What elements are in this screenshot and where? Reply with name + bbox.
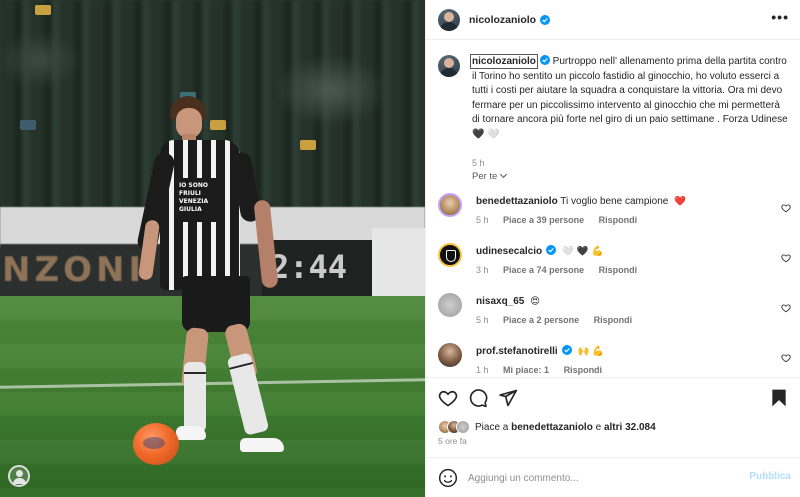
reply-button[interactable]: Rispondi xyxy=(599,215,638,225)
comment-item: udinesecalcio 🤍 🖤 💪 3 h Piace a 74 perso… xyxy=(438,243,793,283)
comment-item: benedettazaniolo Ti voglio bene campione… xyxy=(438,193,793,233)
comment-likes[interactable]: Piace a 2 persone xyxy=(503,315,579,325)
post-photo[interactable]: NZONI 2:44 IO SONO FRIULI VENEZIA GIULIA xyxy=(0,0,425,497)
comment-time[interactable]: 1 h xyxy=(476,365,489,375)
likes-summary: Piace a benedettazaniolo e altri 32.084 xyxy=(438,420,656,434)
heart-icon[interactable] xyxy=(438,388,458,408)
comment-time[interactable]: 5 h xyxy=(476,215,489,225)
player-right-arm xyxy=(253,199,279,289)
comment-body: nisaxq_65 😍 xyxy=(476,295,540,309)
sort-label: Per te xyxy=(472,171,498,182)
likes-middle: e xyxy=(592,421,604,433)
comment-time[interactable]: 3 h xyxy=(476,265,489,275)
comment-body: benedettazaniolo Ti voglio bene campione… xyxy=(476,195,686,209)
emoji-icon[interactable] xyxy=(438,468,458,488)
caption-body: Purtroppo nell’ allenamento prima della … xyxy=(472,56,788,140)
comment-emoji: 🙌 💪 xyxy=(577,346,605,357)
comment-time[interactable]: 5 h xyxy=(476,315,489,325)
comment-likes[interactable]: Piace a 39 persone xyxy=(503,215,584,225)
caption-username[interactable]: nicolozaniolo xyxy=(470,54,538,69)
comment-item: prof.stefanotirelli 🙌 💪 1 h Mi piace: 1 … xyxy=(438,343,793,377)
comment-meta: 1 h Mi piace: 1 Rispondi xyxy=(476,365,614,375)
heart-icon[interactable] xyxy=(781,253,791,263)
banner-text: NZONI xyxy=(2,250,146,290)
player-right-boot xyxy=(240,438,284,452)
comment-sort-dropdown[interactable]: Per te xyxy=(472,170,508,182)
player-right-sock xyxy=(226,352,270,436)
reply-button[interactable]: Rispondi xyxy=(564,365,603,375)
comment-username[interactable]: udinesecalcio xyxy=(476,246,542,257)
liker-avatar xyxy=(456,420,470,434)
comment-item: nisaxq_65 😍 5 h Piace a 2 persone Rispon… xyxy=(438,293,793,333)
comment-likes[interactable]: Piace a 74 persone xyxy=(503,265,584,275)
verified-badge-icon xyxy=(546,245,557,255)
likes-text[interactable]: Piace a benedettazaniolo e altri 32.084 xyxy=(475,422,656,433)
author-avatar[interactable] xyxy=(438,8,460,31)
heart-icon[interactable] xyxy=(781,303,791,313)
comment-emoji: 🤍 🖤 💪 xyxy=(561,246,604,257)
comments-scroll-area[interactable]: nicolozaniolo Purtroppo nell’ allenament… xyxy=(426,41,800,377)
post-panel: nicolozaniolo ••• nicolozaniolo Purtropp… xyxy=(425,0,800,497)
verified-badge-icon xyxy=(540,14,551,25)
chevron-down-icon xyxy=(500,170,508,179)
player-left-boot xyxy=(176,426,206,440)
bookmark-icon[interactable] xyxy=(769,388,789,408)
post-actions: Piace a benedettazaniolo e altri 32.084 … xyxy=(426,377,800,457)
likes-prefix: Piace a xyxy=(475,421,512,433)
comment-input[interactable] xyxy=(468,468,738,488)
player-left-sock xyxy=(184,362,206,432)
comment-username[interactable]: prof.stefanotirelli xyxy=(476,346,558,357)
verified-badge-icon xyxy=(539,55,550,65)
post-time-ago[interactable]: 5 ore fa xyxy=(438,436,467,446)
comment-icon[interactable] xyxy=(468,388,488,408)
reply-button[interactable]: Rispondi xyxy=(599,265,638,275)
comment-likes[interactable]: Mi piace: 1 xyxy=(503,365,549,375)
post-header: nicolozaniolo ••• xyxy=(426,0,800,40)
comment-emoji: ❤️ xyxy=(674,196,686,207)
heart-icon[interactable] xyxy=(781,203,791,213)
caption-timestamp[interactable]: 5 h xyxy=(472,158,485,168)
verified-badge-icon xyxy=(561,345,572,355)
caption-text: nicolozaniolo Purtroppo nell’ allenament… xyxy=(470,54,790,143)
comment-body: udinesecalcio 🤍 🖤 💪 xyxy=(476,245,603,259)
share-icon[interactable] xyxy=(498,388,518,408)
comment-meta: 5 h Piace a 39 persone Rispondi xyxy=(476,215,649,225)
player-figure: IO SONO FRIULI VENEZIA GIULIA xyxy=(135,92,310,462)
comment-avatar[interactable] xyxy=(438,293,462,317)
comment-body: prof.stefanotirelli 🙌 💪 xyxy=(476,345,604,359)
jersey-sponsor: IO SONO FRIULI VENEZIA GIULIA xyxy=(176,178,222,222)
comment-avatar[interactable] xyxy=(438,193,462,217)
comment-meta: 3 h Piace a 74 persone Rispondi xyxy=(476,265,649,275)
user-icon[interactable] xyxy=(8,465,30,487)
likes-first-user[interactable]: benedettazaniolo xyxy=(511,422,593,433)
more-options-icon[interactable]: ••• xyxy=(771,10,789,24)
stand-seat xyxy=(20,120,36,130)
comment-username[interactable]: nisaxq_65 xyxy=(476,296,524,307)
caption-avatar[interactable] xyxy=(438,55,460,77)
post-viewer: NZONI 2:44 IO SONO FRIULI VENEZIA GIULIA xyxy=(0,0,800,497)
comment-meta: 5 h Piace a 2 persone Rispondi xyxy=(476,315,644,325)
comment-avatar[interactable] xyxy=(438,243,462,267)
reply-button[interactable]: Rispondi xyxy=(594,315,633,325)
comment-text: Ti voglio bene campione xyxy=(560,196,669,207)
stand-seat xyxy=(35,5,51,15)
heart-icon[interactable] xyxy=(781,353,791,363)
comment-username[interactable]: benedettazaniolo xyxy=(476,196,558,207)
comment-avatar[interactable] xyxy=(438,343,462,367)
ad-board-right xyxy=(372,228,425,298)
comment-composer: Pubblica xyxy=(426,457,800,497)
comment-emoji: 😍 xyxy=(530,296,541,307)
author-username[interactable]: nicolozaniolo xyxy=(469,14,536,26)
publish-button[interactable]: Pubblica xyxy=(749,471,791,482)
likes-rest[interactable]: altri 32.084 xyxy=(604,422,656,433)
football xyxy=(133,423,179,465)
